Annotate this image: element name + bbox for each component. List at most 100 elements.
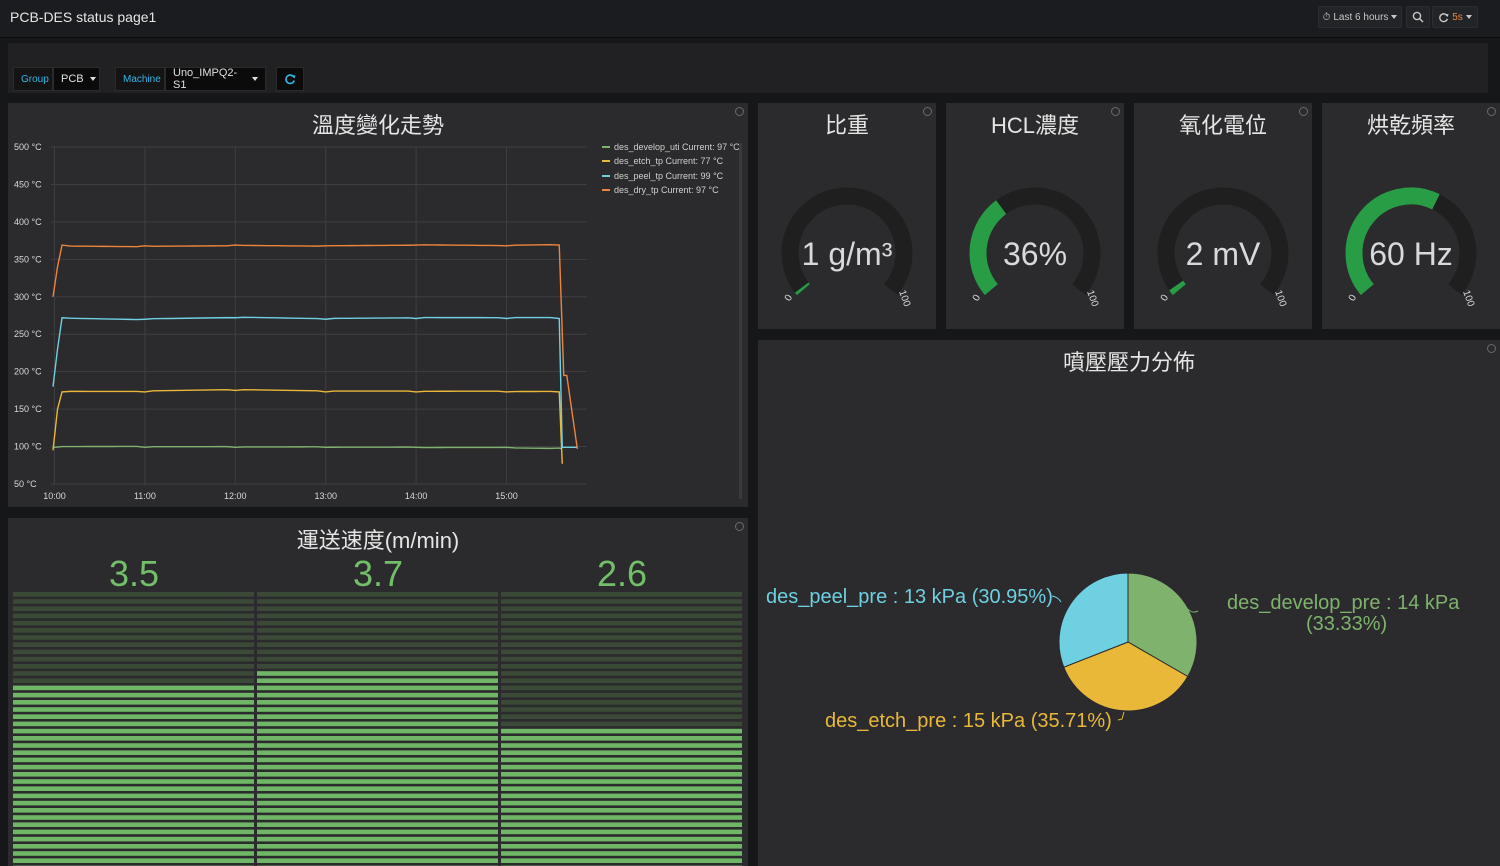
x-tick-label: 11:00	[134, 491, 156, 501]
speed-bar	[501, 592, 742, 866]
refresh-interval-label: 5s	[1452, 11, 1463, 23]
speed-bar-segment	[501, 606, 742, 611]
clock-icon: ⏱	[1322, 11, 1331, 23]
legend-swatch	[602, 174, 610, 177]
speed-bar-segment	[13, 728, 254, 734]
speed-bar-segment	[257, 779, 498, 784]
speed-bar-segment	[501, 728, 742, 734]
speed-bar-segment	[501, 808, 742, 813]
speed-bar-segment	[13, 800, 254, 806]
gauge-chart: 0 100 36%	[969, 187, 1101, 309]
legend-item[interactable]: des_etch_tp Current: 77 °C	[602, 156, 723, 166]
x-tick-label: 13:00	[314, 491, 337, 501]
x-tick-label: 15:00	[495, 491, 518, 501]
speed-bar-segment	[257, 736, 498, 741]
speed-bar-segment	[257, 728, 498, 734]
speed-bar-segment	[257, 671, 498, 676]
speed-bar-segment	[257, 628, 498, 633]
speed-bar-segment	[257, 642, 498, 647]
speed-bar-segment	[257, 851, 498, 856]
speed-bar	[257, 592, 498, 866]
speed-bar-segment	[501, 700, 742, 705]
speed-bar-segment	[13, 844, 254, 849]
speed-bar-segment	[501, 851, 742, 856]
speed-bar-segment	[257, 764, 498, 770]
speed-bar-segment	[257, 685, 498, 691]
legend-item[interactable]: des_peel_tp Current: 99 °C	[602, 171, 723, 181]
time-range-picker[interactable]: ⏱ Last 6 hours	[1318, 6, 1402, 28]
speed-bar-segment	[13, 772, 254, 777]
speed-bar-segment	[257, 822, 498, 827]
speed-bar-segment	[13, 829, 254, 835]
speed-bar-segment	[13, 599, 254, 604]
speed-bar-gauge: 3.5 3.7 2.6	[13, 553, 742, 866]
speed-bar-segment	[501, 772, 742, 777]
y-tick-label: 150 °C	[14, 404, 42, 414]
speed-bar-segment	[13, 736, 254, 741]
machine-variable-select[interactable]: Uno_IMPQ2-S1	[165, 67, 266, 91]
y-tick-label: 400 °C	[14, 217, 42, 227]
speed-bar-segment	[13, 642, 254, 647]
speed-bar-segment	[501, 757, 742, 763]
gauge-value-text: 2 mV	[1186, 236, 1261, 272]
y-tick-label: 100 °C	[14, 442, 42, 452]
legend-item[interactable]: des_dry_tp Current: 97 °C	[602, 185, 719, 195]
y-tick-label: 350 °C	[14, 254, 42, 264]
speed-bar-segment	[13, 764, 254, 770]
speed-bar-segment	[501, 664, 742, 669]
group-variable-select[interactable]: PCB	[53, 67, 100, 91]
gauge-panel: 比重 0 100 1 g/m³	[758, 103, 936, 329]
variables-refresh-button[interactable]	[276, 67, 304, 91]
speed-bar-segment	[501, 800, 742, 806]
y-tick-label: 200 °C	[14, 367, 42, 377]
refresh-icon	[285, 74, 296, 85]
speed-bar-segment	[257, 844, 498, 849]
speed-bar-segment	[257, 721, 498, 727]
speed-bar-segment	[13, 714, 254, 719]
speed-bar	[13, 592, 254, 866]
speed-bar-segment	[501, 764, 742, 770]
chevron-down-icon	[1465, 15, 1472, 19]
x-tick-label: 12:00	[224, 491, 247, 501]
speed-bar-segment	[501, 815, 742, 820]
speed-bar-segment	[501, 707, 742, 712]
speed-bar-segment	[501, 649, 742, 655]
panel-scrollbar[interactable]	[739, 143, 742, 499]
speed-bar-segment	[501, 642, 742, 647]
chart-grid	[51, 146, 587, 485]
gauge-max-label: 100	[1460, 289, 1476, 309]
series-line-des_etch_tp	[52, 388, 563, 464]
speed-bar-segment	[13, 635, 254, 640]
zoom-out-button[interactable]	[1406, 6, 1430, 28]
gauge-chart: 0 100 2 mV	[1157, 187, 1289, 309]
speed-bar-segment	[13, 836, 254, 842]
speed-bar-segment	[13, 851, 254, 856]
speed-bar-segment	[13, 620, 254, 626]
speed-bar-segment	[501, 750, 742, 755]
speed-bar-segment	[501, 635, 742, 640]
speed-bar-segment	[257, 786, 498, 791]
gauge-chart: 0 100 60 Hz	[1345, 187, 1477, 309]
y-tick-label: 300 °C	[14, 292, 42, 302]
gauge-max-label: 100	[1084, 289, 1100, 309]
speed-bar-segment	[257, 815, 498, 820]
gauge-max-label: 100	[896, 289, 912, 309]
speed-bar-segment	[13, 664, 254, 669]
speed-bar-segment	[13, 649, 254, 655]
speed-bar-segment	[13, 786, 254, 791]
speed-bar-segment	[501, 793, 742, 799]
gauge-min-label: 0	[1347, 293, 1360, 304]
speed-bar-segment	[257, 707, 498, 712]
gauge-min-label: 0	[971, 293, 984, 304]
legend-item[interactable]: des_develop_uti Current: 97 °C	[602, 142, 740, 152]
speed-bar-segment	[501, 743, 742, 748]
speed-bar-segment	[257, 613, 498, 619]
speed-bar-segment	[501, 685, 742, 691]
refresh-picker[interactable]: 5s	[1432, 6, 1478, 28]
speed-bar-segment	[257, 649, 498, 655]
series-line-des_develop_uti	[52, 445, 563, 450]
speed-bar-segment	[501, 779, 742, 784]
top-navbar: PCB-DES status page1 ⏱ Last 6 hours 5s	[0, 0, 1500, 38]
speed-bar-segment	[13, 613, 254, 619]
dashboard-title[interactable]: PCB-DES status page1	[10, 9, 156, 25]
